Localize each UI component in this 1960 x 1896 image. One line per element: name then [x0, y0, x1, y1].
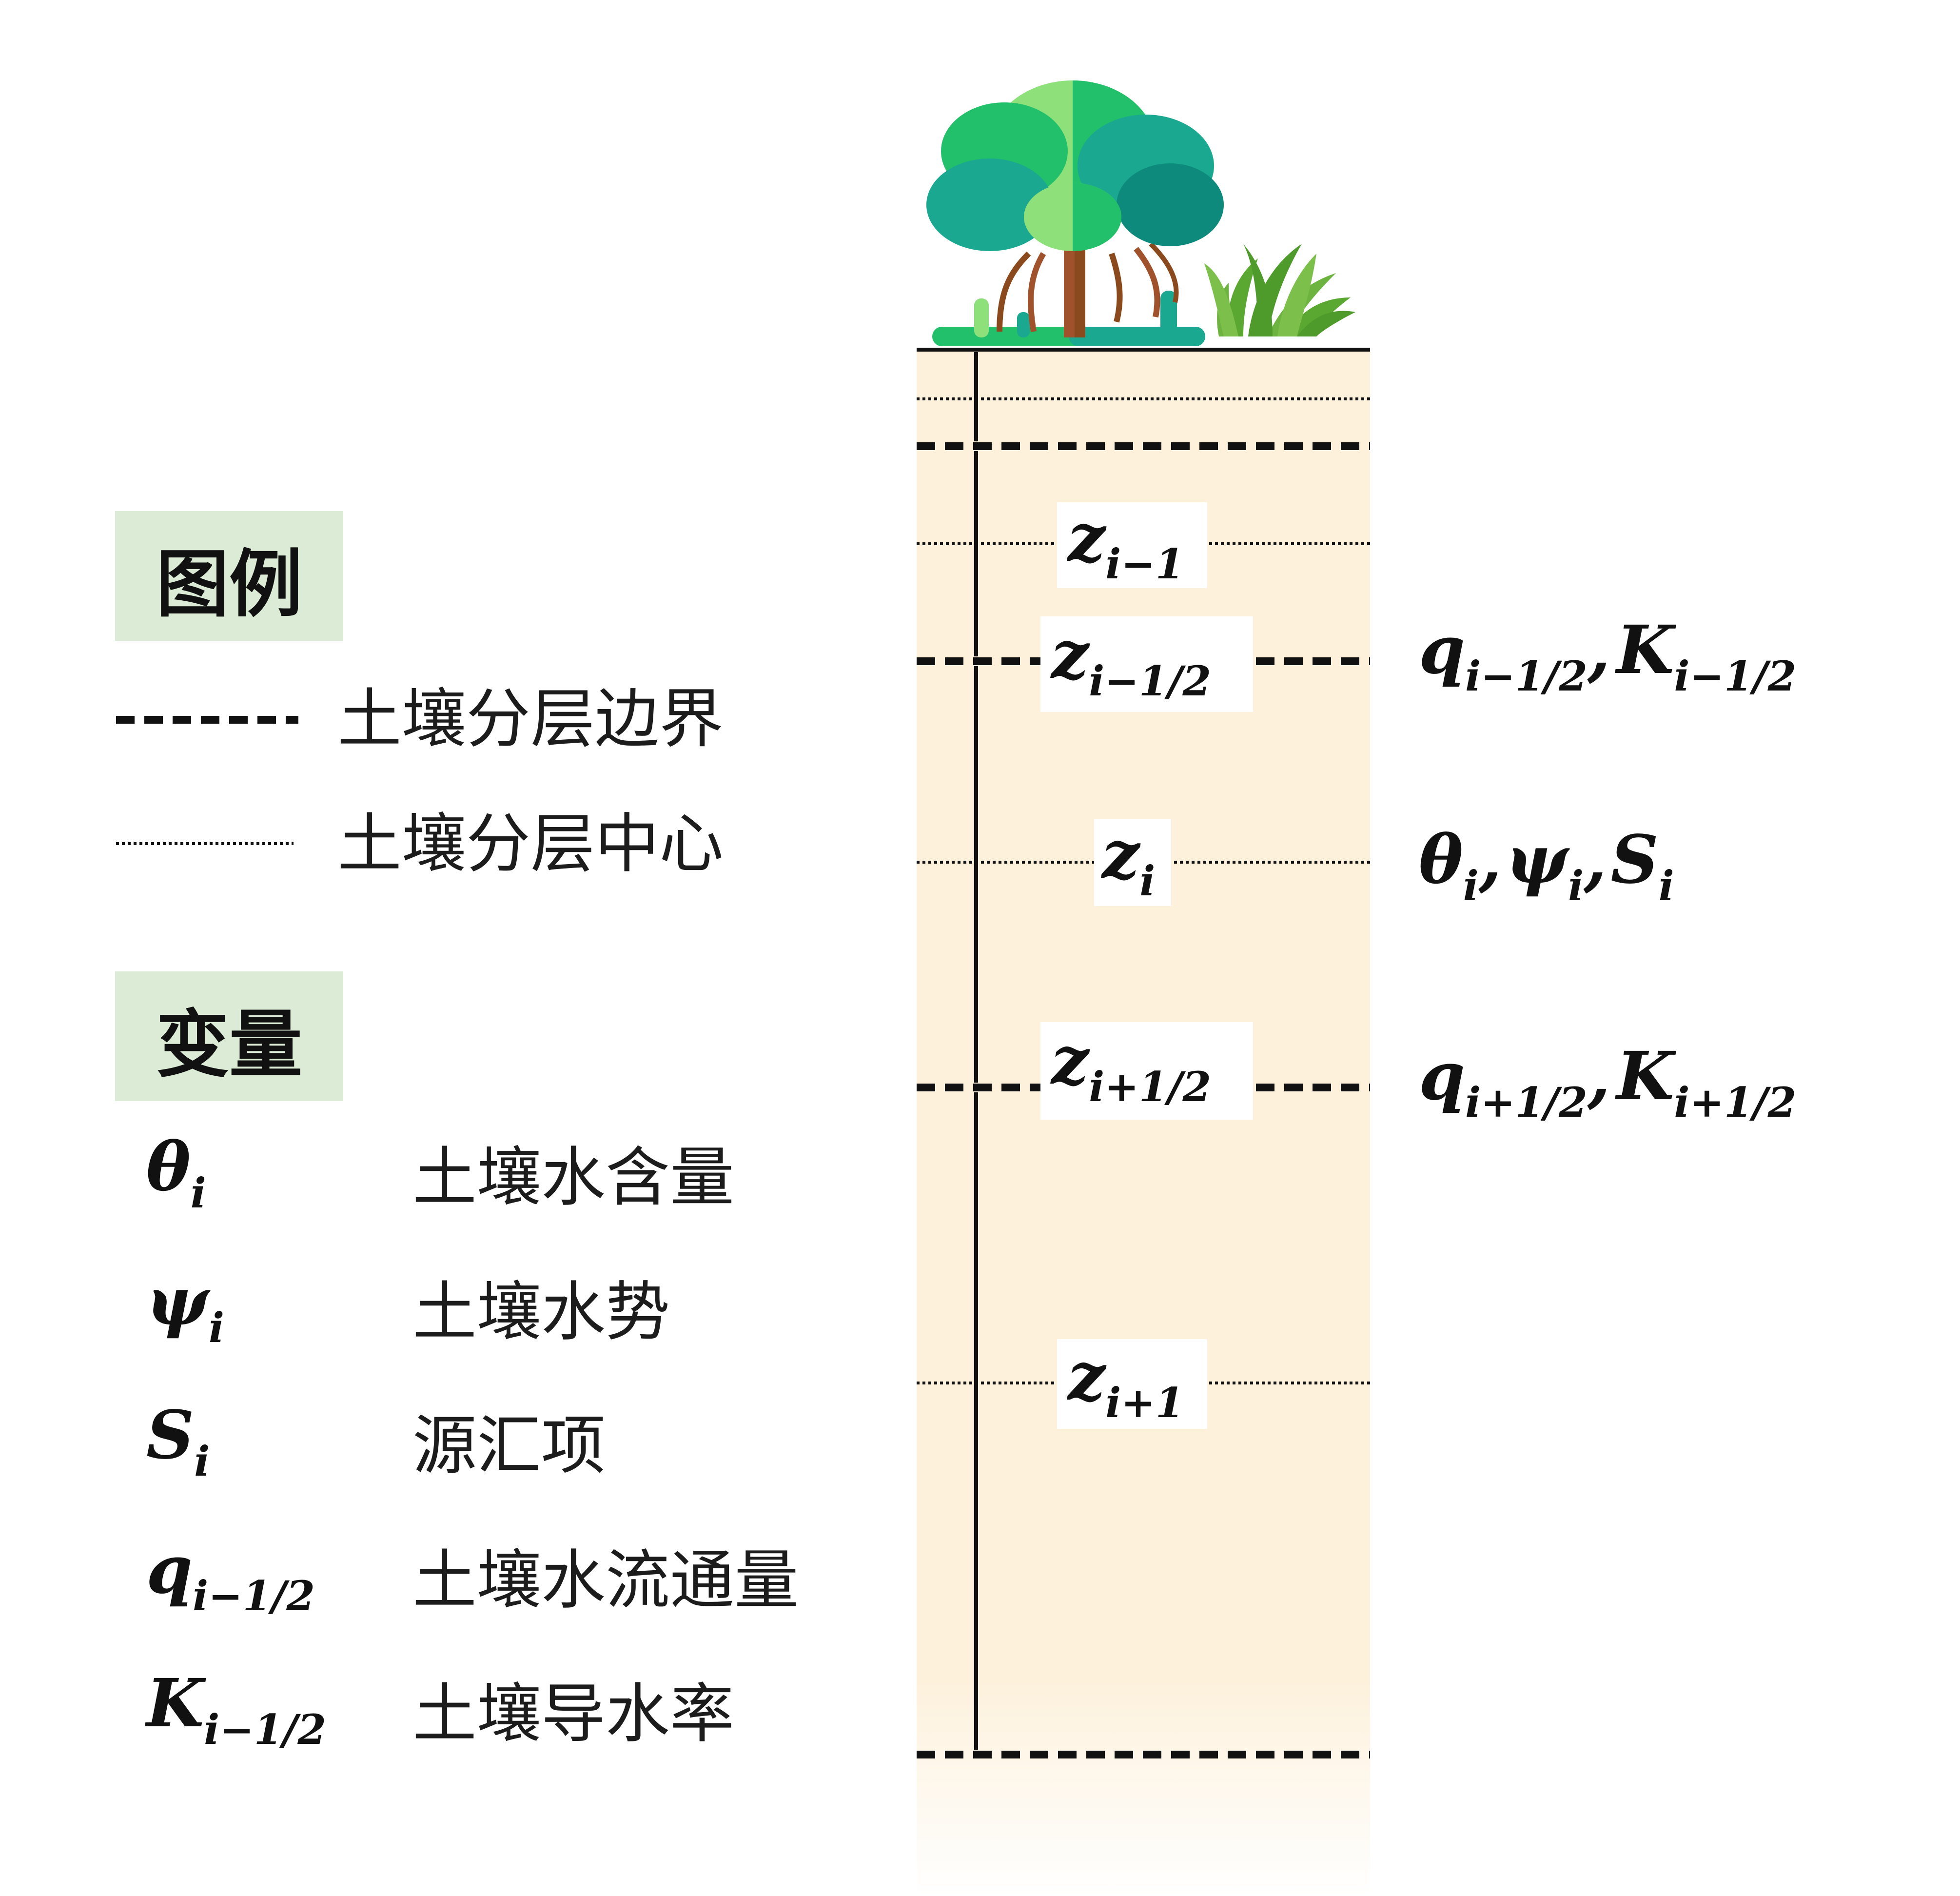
- variable-row: θi 土壤水含量: [146, 1128, 734, 1217]
- center-state-label: θi,ψi,Si: [1419, 821, 1674, 910]
- legend-title: 图例: [156, 542, 302, 627]
- variables: 变量 θi 土壤水含量 ψi 土壤水势 Si 源汇项 qi−1/2 土壤水流通量…: [115, 971, 799, 1754]
- depth-label-z-i: zi: [1094, 816, 1171, 906]
- svg-text:ψi: ψi: [146, 1263, 224, 1352]
- variable-symbol: K: [144, 1664, 206, 1742]
- variable-description: 土壤水势: [412, 1275, 670, 1350]
- depth-label-z-ip1: zi+1: [1057, 1338, 1207, 1429]
- variable-row: ψi 土壤水势: [146, 1263, 670, 1352]
- variable-symbol: ψ: [146, 1263, 211, 1341]
- variables-title: 变量: [156, 1003, 302, 1087]
- svg-text:Ki−1/2: Ki−1/2: [144, 1664, 326, 1754]
- variable-row: Si 源汇项: [146, 1396, 606, 1485]
- svg-text:qi−1/2: qi−1/2: [146, 1531, 315, 1620]
- variable-symbol: θ: [146, 1128, 191, 1206]
- variable-description: 土壤导水率: [412, 1677, 734, 1752]
- variable-description: 土壤水含量: [412, 1140, 734, 1215]
- legend-center-label: 土壤分层中心: [337, 807, 724, 882]
- grass-icon: [1204, 244, 1355, 336]
- variable-subscript: i−1/2: [193, 1572, 315, 1620]
- variable-subscript: i: [194, 1437, 210, 1485]
- upper-flux-label: qi−1/2,Ki−1/2: [1419, 611, 1796, 700]
- legend-boundary-label: 土壤分层边界: [337, 682, 724, 757]
- variable-description: 源汇项: [412, 1408, 606, 1483]
- legend: 图例 土壤分层边界 土壤分层中心: [115, 511, 724, 882]
- svg-text:Si: Si: [146, 1396, 210, 1485]
- variable-subscript: i: [209, 1304, 224, 1352]
- tree-icon: [926, 80, 1224, 346]
- variable-symbol: S: [146, 1396, 194, 1474]
- lower-flux-label: qi+1/2,Ki+1/2: [1419, 1037, 1796, 1126]
- svg-text:θi: θi: [146, 1128, 206, 1217]
- depth-label-z-imh: zi−1/2: [1040, 616, 1253, 712]
- soil-column: zi−1 zi−1/2 zi zi+1/2 zi+1: [917, 348, 1370, 1896]
- variable-subscript: i: [191, 1169, 206, 1217]
- variable-subscript: i−1/2: [204, 1705, 326, 1754]
- variable-symbol: q: [146, 1531, 193, 1609]
- variable-row: Ki−1/2 土壤导水率: [144, 1664, 734, 1754]
- depth-label-z-iph: zi+1/2: [1040, 1022, 1253, 1120]
- variable-row: qi−1/2 土壤水流通量: [146, 1531, 799, 1620]
- right-labels: qi−1/2,Ki−1/2 θi,ψi,Si qi+1/2,Ki+1/2: [1419, 611, 1796, 1126]
- depth-label-z-im1: zi−1: [1057, 499, 1207, 588]
- soil-layer-diagram: 图例 土壤分层边界 土壤分层中心 变量 θi 土壤水含量 ψi 土壤水势 Si …: [115, 80, 1796, 1896]
- variable-description: 土壤水流通量: [412, 1543, 799, 1618]
